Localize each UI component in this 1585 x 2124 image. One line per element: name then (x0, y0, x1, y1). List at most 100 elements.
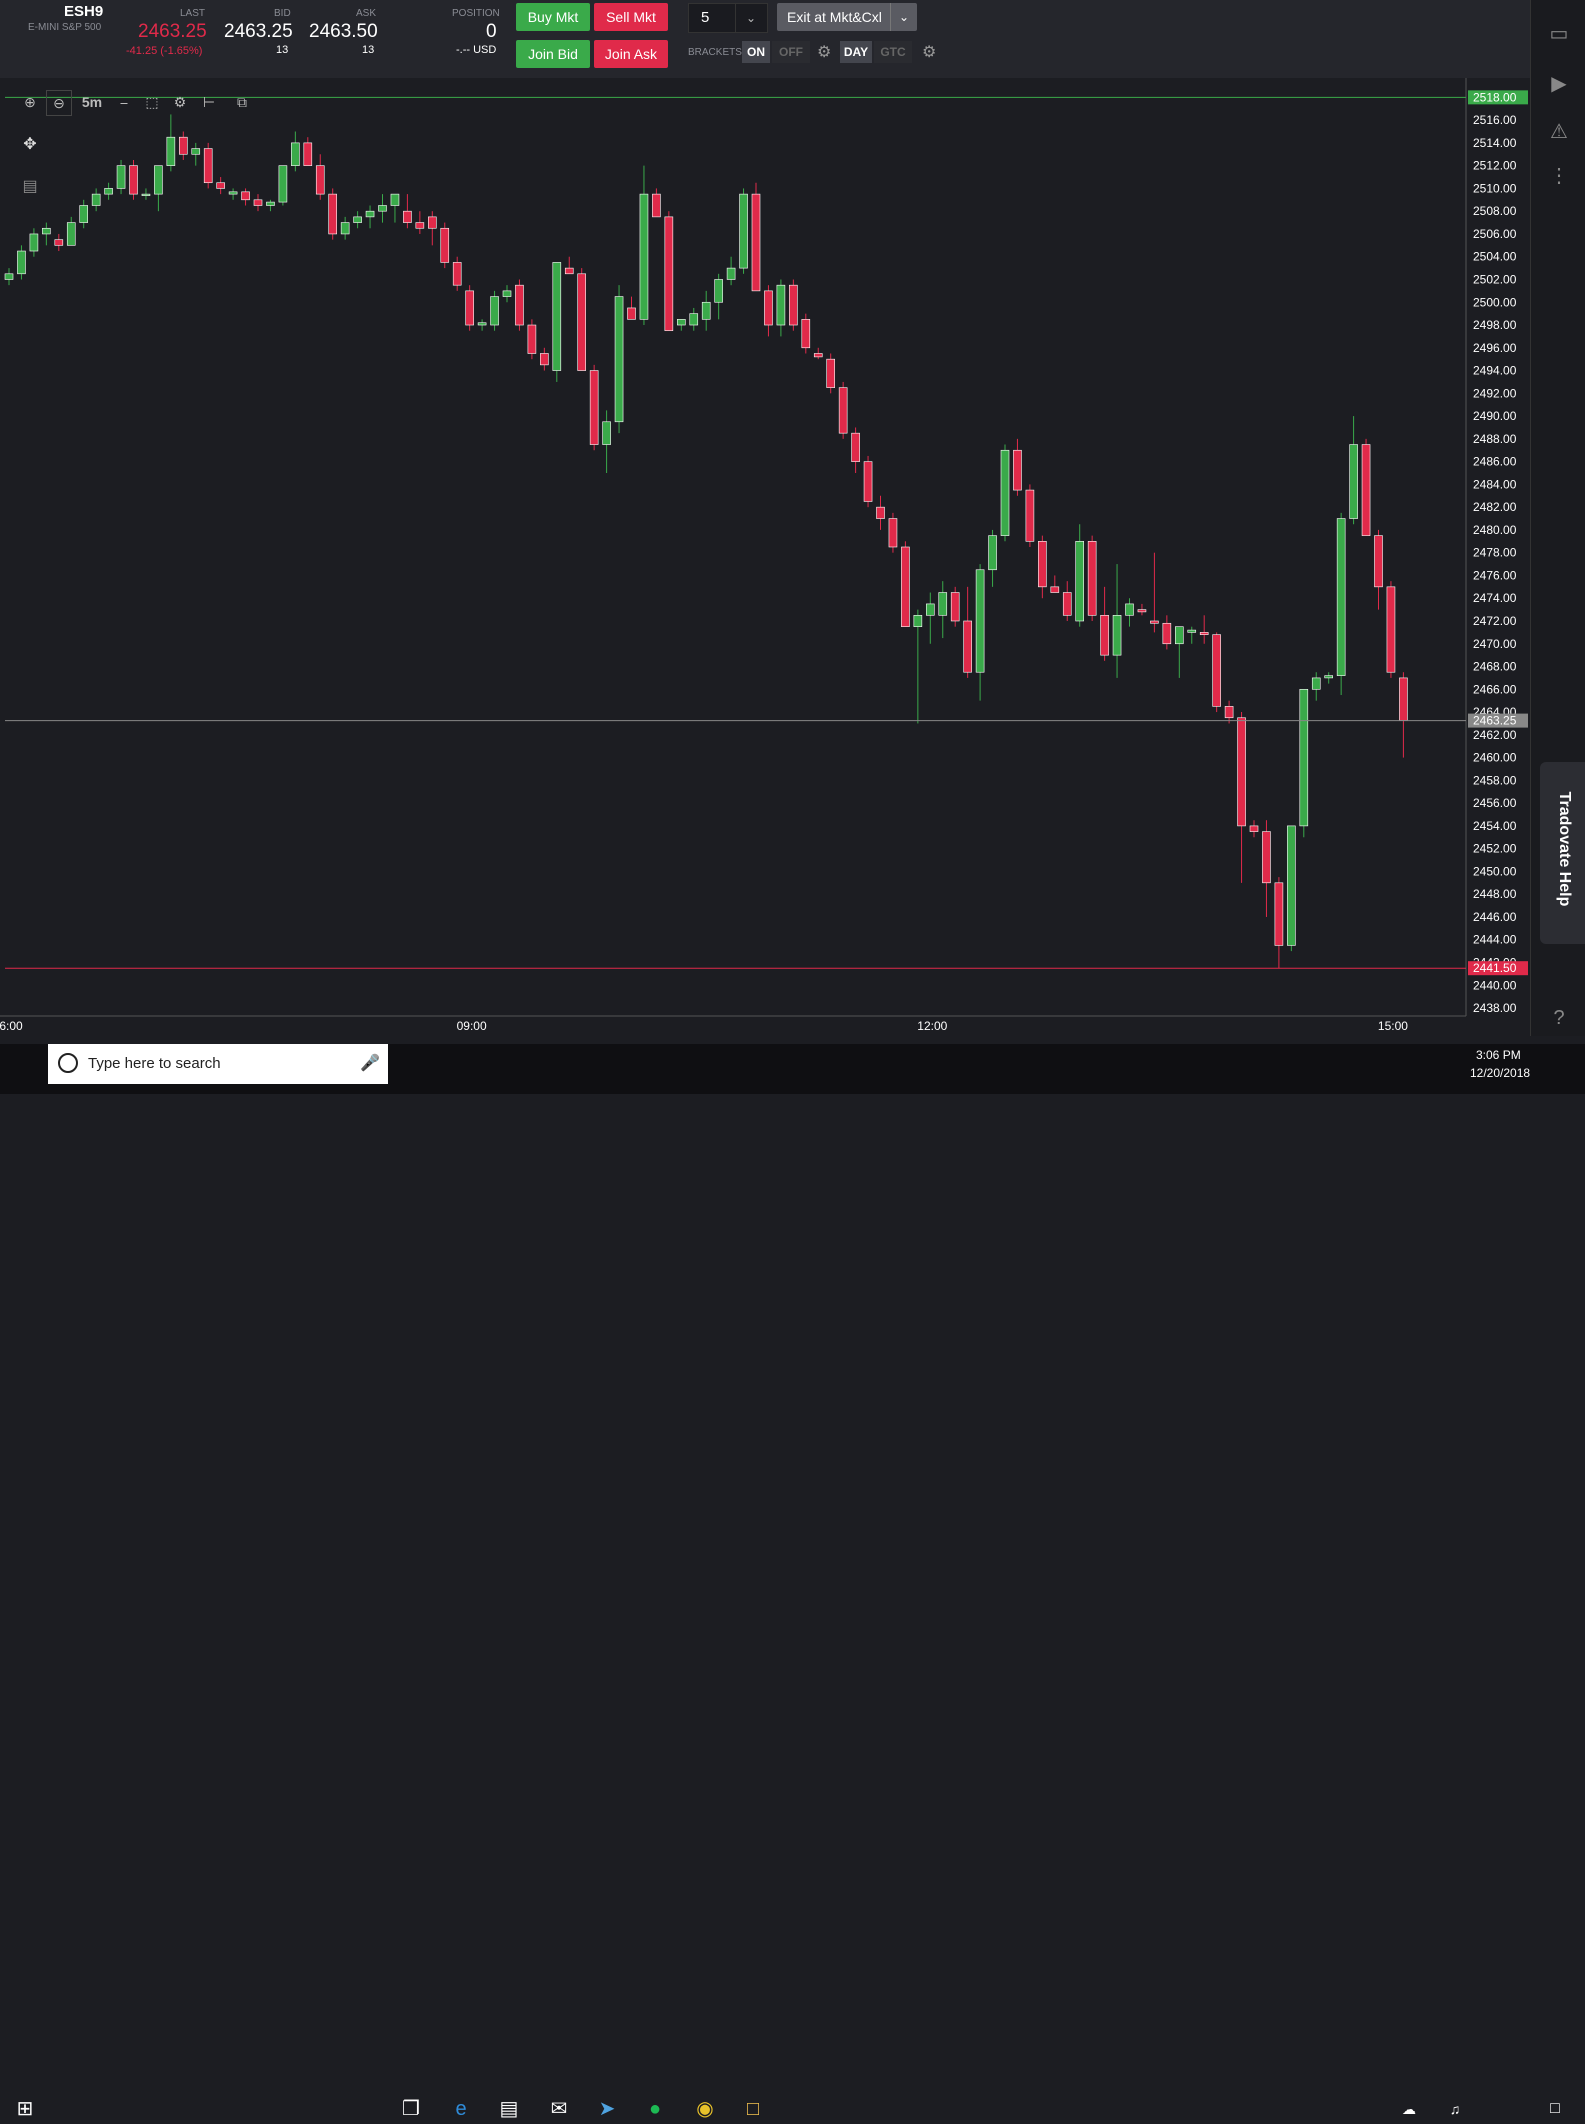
price-tick-label: 2468.00 (1473, 660, 1517, 674)
file-explorer-icon[interactable]: □ (738, 2094, 768, 2124)
candle-body (241, 191, 250, 201)
microphone-icon[interactable]: 🎤 (360, 1053, 380, 1073)
quantity-select[interactable]: 5 ⌄ (688, 3, 768, 33)
candle-body (1137, 609, 1147, 613)
gear-icon[interactable]: ⚙ (922, 42, 936, 62)
candle-body (440, 227, 450, 263)
windows-start-icon[interactable]: ⊞ (10, 2094, 40, 2124)
candle-body (91, 193, 101, 206)
exit-label: Exit at Mkt&Cxl (787, 9, 882, 25)
candle-body (1249, 825, 1259, 832)
candle-body (801, 319, 811, 349)
candle-body (664, 216, 674, 332)
chrome-icon[interactable]: ◉ (690, 2094, 720, 2124)
tradovate-icon[interactable]: ➤ (592, 2094, 622, 2124)
price-tick-label: 2496.00 (1473, 341, 1517, 355)
zoom-out-icon[interactable]: ⊖ (46, 90, 72, 116)
candle-body (1025, 489, 1035, 542)
chevron-down-icon: ⌄ (735, 4, 766, 32)
chevron-down-icon[interactable]: ⌄ (890, 3, 917, 31)
candle-body (66, 222, 76, 246)
zoom-in-icon[interactable]: ⊕ (18, 90, 42, 114)
clock-time[interactable]: 3:06 PM (1476, 1048, 1521, 1062)
candle-body (1374, 535, 1383, 588)
candle-body (888, 518, 898, 548)
brackets-on-toggle[interactable]: ON (742, 41, 770, 63)
help-tab[interactable]: Tradovate Help (1540, 762, 1585, 944)
spotify-icon[interactable]: ● (640, 2094, 670, 2124)
timeframe-button[interactable]: 5m (78, 90, 106, 114)
search-placeholder: Type here to search (88, 1055, 221, 1072)
exit-market-cancel-button[interactable]: Exit at Mkt&Cxl ⌄ (777, 3, 917, 31)
search-icon (58, 1053, 78, 1073)
sell-market-button[interactable]: Sell Mkt (594, 3, 668, 31)
help-icon[interactable]: ? (1545, 1004, 1573, 1032)
price-tick-label: 2502.00 (1473, 272, 1517, 286)
candle-body (303, 142, 313, 166)
mail-icon[interactable]: ✉ (544, 2094, 574, 2124)
candle-body (925, 603, 935, 616)
crosshair-icon[interactable]: ✥ (16, 131, 44, 159)
edge-icon[interactable]: e (446, 2094, 476, 2124)
candle-body (365, 210, 375, 218)
candle-body (527, 324, 537, 354)
candle-body (1361, 444, 1371, 536)
price-chart[interactable]: 2516.00 2514.00 2512.00 2510.00 2508.00 2506.… (0, 78, 1530, 1036)
notifications-icon[interactable]: □ (1540, 2094, 1570, 2124)
candle-body (1000, 449, 1010, 536)
candle-body (1324, 675, 1333, 679)
tif-gtc-toggle[interactable]: GTC (874, 41, 912, 63)
price-tick-label: 2510.00 (1473, 181, 1517, 195)
candle-body (1262, 831, 1271, 884)
candle-body (1075, 541, 1084, 622)
chart-background (0, 78, 1530, 1036)
candle-body (614, 296, 624, 423)
ask-size: 13 (362, 44, 375, 56)
bid-price[interactable]: 2463.25 (224, 21, 293, 43)
ask-price[interactable]: 2463.50 (309, 21, 378, 43)
candle-body (1087, 541, 1097, 616)
price-tick-label: 2466.00 (1473, 682, 1517, 696)
candle-body (427, 216, 437, 229)
selection-icon[interactable]: ⬚ (140, 90, 164, 114)
brackets-off-toggle[interactable]: OFF (772, 41, 810, 63)
time-tick-label: 15:00 (1378, 1019, 1408, 1033)
gear-icon[interactable]: ⚙ (817, 42, 831, 62)
buy-market-button[interactable]: Buy Mkt (516, 3, 590, 31)
network-icon[interactable]: ☁ (1394, 2094, 1424, 2124)
price-tick-label: 2470.00 (1473, 637, 1517, 651)
warning-icon[interactable]: ⚠ (1545, 118, 1573, 146)
candlestick-icon[interactable]: ⎯ (112, 90, 136, 114)
join-bid-button[interactable]: Join Bid (516, 40, 590, 68)
price-tick-label: 2462.00 (1473, 728, 1517, 742)
price-tick-label: 2514.00 (1473, 136, 1517, 150)
join-ask-button[interactable]: Join Ask (594, 40, 668, 68)
candle-body (1237, 717, 1246, 827)
task-view-icon[interactable]: ❐ (396, 2094, 426, 2124)
price-tick-label: 2460.00 (1473, 751, 1517, 765)
candle-body (141, 193, 151, 196)
bid-label: BID (274, 8, 291, 19)
monitor-icon[interactable]: ▭ (1545, 20, 1573, 48)
candle-body (490, 296, 499, 326)
clock-date[interactable]: 12/20/2018 (1470, 1066, 1530, 1080)
price-tick-label: 2492.00 (1473, 386, 1517, 400)
notes-icon[interactable]: ▤ (16, 173, 44, 201)
candle-body (1013, 449, 1022, 491)
tif-day-toggle[interactable]: DAY (840, 41, 872, 63)
settings-icon[interactable]: ⚙ (168, 90, 192, 114)
taskbar-search-box[interactable]: Type here to search 🎤 (48, 1044, 388, 1084)
volume-icon[interactable]: ♫ (1440, 2094, 1470, 2124)
play-icon[interactable]: ▶ (1545, 70, 1573, 98)
indicators-icon[interactable]: ⊢ (197, 90, 221, 114)
store-icon[interactable]: ▤ (494, 2094, 524, 2124)
menu-icon[interactable]: ⋮ (1545, 162, 1573, 190)
candle-body (328, 193, 338, 235)
price-tick-label: 2478.00 (1473, 546, 1517, 560)
candle-body (577, 273, 587, 371)
candle-body (403, 210, 412, 223)
candle-body (54, 239, 64, 246)
price-tick-label: 2490.00 (1473, 409, 1517, 423)
copy-icon[interactable]: ⧉ (230, 90, 254, 114)
candle-body (340, 222, 350, 235)
